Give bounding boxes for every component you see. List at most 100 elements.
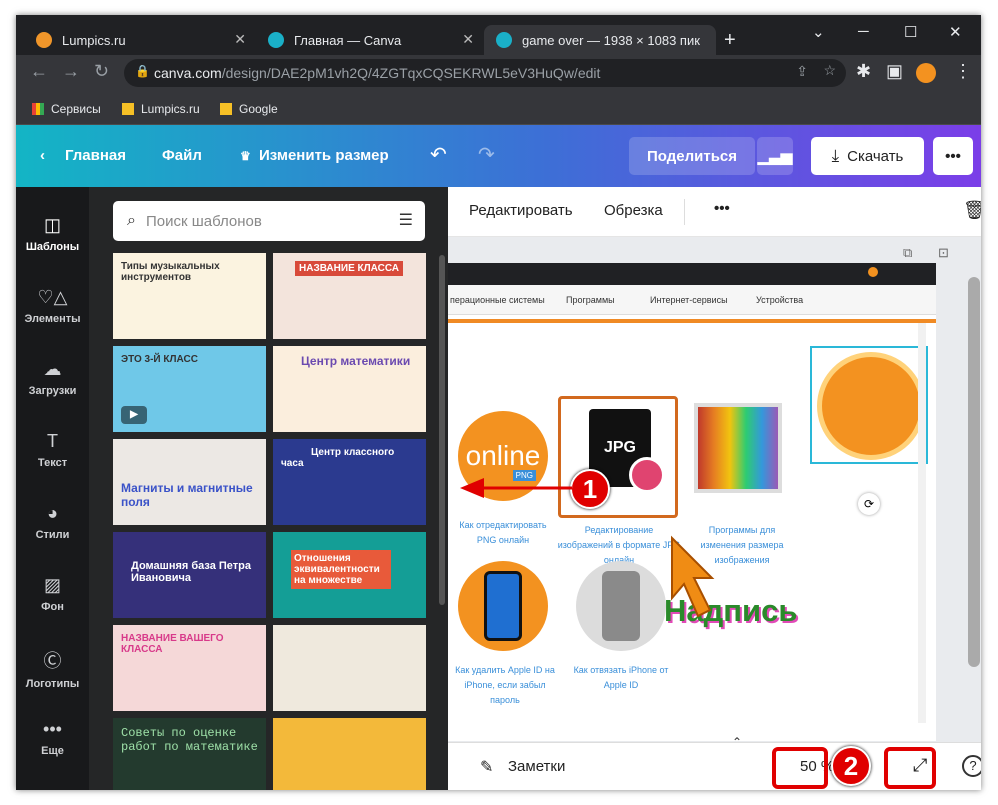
new-tab-icon[interactable]: + xyxy=(724,29,736,52)
back-chevron-icon[interactable]: ‹ xyxy=(40,147,45,164)
rail-uploads[interactable]: ☁ Загрузки xyxy=(16,359,89,397)
template-thumb[interactable]: Магниты и магнитные поля xyxy=(113,439,266,525)
filter-sliders-icon[interactable]: ☰ xyxy=(399,210,413,230)
file-menu[interactable]: Файл xyxy=(162,147,202,164)
background-pattern-icon: ▨ xyxy=(43,575,61,595)
rail-more[interactable]: ••• Еще xyxy=(16,719,89,757)
tab-game-over[interactable]: game over — 1938 × 1083 пик xyxy=(484,25,716,55)
template-title: Отношения эквивалентности на множестве xyxy=(291,550,391,589)
bookmark-label: Google xyxy=(239,102,278,116)
rotate-handle-icon[interactable]: ⟳ xyxy=(858,493,880,515)
share-page-icon[interactable]: ⇪ xyxy=(796,63,808,80)
close-tab-icon[interactable]: ✕ xyxy=(234,31,246,48)
template-thumb[interactable]: НАЗВАНИЕ ВАШЕГО КЛАССА xyxy=(113,625,266,711)
close-tab-icon[interactable]: ✕ xyxy=(462,31,474,48)
template-title: Домашняя база Петра Ивановича xyxy=(131,560,252,584)
template-thumb[interactable] xyxy=(273,625,426,711)
download-button[interactable]: ⤓ Скачать xyxy=(811,137,924,175)
minimize-icon[interactable]: ─ xyxy=(858,23,869,40)
insights-button[interactable]: ▁▃▅ xyxy=(757,137,793,175)
undo-icon[interactable]: ↶ xyxy=(430,142,447,167)
forward-icon[interactable]: → xyxy=(62,61,80,82)
logo-co-icon: Ⓒ xyxy=(43,651,62,671)
rail-label: Еще xyxy=(41,745,64,757)
home-link[interactable]: Главная xyxy=(65,147,126,164)
duplicate-page-icon[interactable]: ⧉ xyxy=(903,245,912,261)
template-thumb[interactable]: Домашняя база Петра Ивановича xyxy=(113,532,266,618)
extensions-icon[interactable]: ✱ xyxy=(856,61,871,82)
add-page-icon[interactable]: ⊡ xyxy=(938,245,949,261)
chevron-up-icon[interactable]: ⌃ xyxy=(732,735,748,749)
bar-chart-icon: ▁▃▅ xyxy=(757,148,793,165)
help-button[interactable]: ? xyxy=(962,755,981,777)
address-bar[interactable]: 🔒 canva.com/design/DAE2pM1vh2Q/4ZGTqxCQSE… xyxy=(124,59,846,87)
template-thumb[interactable]: Центр классного часа xyxy=(273,439,426,525)
screenshot-site-nav: перационные системы Программы Интернет-с… xyxy=(448,285,936,315)
bookmarks-bar: Сервисы Lumpics.ru Google xyxy=(16,91,981,125)
annotation-arrows xyxy=(460,478,715,618)
rail-elements[interactable]: ♡△ Элементы xyxy=(16,287,89,325)
maximize-icon[interactable]: ☐ xyxy=(904,23,917,41)
apps-grid-icon xyxy=(32,103,44,115)
redo-icon[interactable]: ↷ xyxy=(478,142,495,167)
rail-templates[interactable]: ◫ Шаблоны xyxy=(16,215,89,253)
edit-image-button[interactable]: Редактировать xyxy=(469,202,573,219)
lock-icon: 🔒 xyxy=(135,64,150,78)
tab-canva-home[interactable]: Главная — Canva ✕ xyxy=(256,25,484,55)
share-label: Поделиться xyxy=(646,147,738,165)
resize-button[interactable]: Изменить размер xyxy=(259,147,389,164)
template-thumb[interactable] xyxy=(273,718,426,790)
crown-icon: ♛ xyxy=(240,149,251,163)
bookmark-lumpics[interactable]: Lumpics.ru xyxy=(122,102,200,116)
profile-avatar xyxy=(868,267,878,277)
nav-item: Программы xyxy=(566,295,615,305)
more-dots-icon: ••• xyxy=(43,719,62,739)
more-options-button[interactable]: ••• xyxy=(933,137,973,175)
notes-button[interactable]: Заметки xyxy=(508,758,565,775)
selected-orange-element[interactable] xyxy=(810,346,928,464)
palette-icon: ◕ xyxy=(47,503,58,523)
toolbar-divider xyxy=(684,199,685,225)
article-caption: Как удалить Apple ID на iPhone, если заб… xyxy=(455,665,555,705)
canvas-scrollbar[interactable] xyxy=(968,277,980,667)
address-domain: canva.com xyxy=(154,65,222,81)
template-title: Типы музыкальных инструментов xyxy=(121,261,220,283)
tab-title: game over — 1938 × 1083 пик xyxy=(522,32,700,48)
template-thumb[interactable]: Отношения эквивалентности на множестве xyxy=(273,532,426,618)
template-title: Магниты и магнитные поля xyxy=(121,481,253,509)
more-dots-icon[interactable]: ••• xyxy=(714,200,730,217)
template-thumb[interactable]: Центр математики xyxy=(273,346,426,432)
share-button[interactable]: Поделиться xyxy=(629,137,755,175)
nav-item: перационные системы xyxy=(450,295,545,305)
screenshot-scrollbar xyxy=(918,323,926,723)
rail-background[interactable]: ▨ Фон xyxy=(16,575,89,613)
rail-label: Шаблоны xyxy=(25,241,80,253)
bookmark-label: Lumpics.ru xyxy=(141,102,200,116)
trash-icon[interactable]: 🗑 xyxy=(963,200,981,221)
crop-button[interactable]: Обрезка xyxy=(604,202,663,219)
reload-icon[interactable]: ↻ xyxy=(94,61,109,82)
bookmark-star-icon[interactable]: ☆ xyxy=(823,62,836,79)
side-panel-icon[interactable]: ▣ xyxy=(886,61,903,82)
template-thumb[interactable]: НАЗВАНИЕ КЛАССА xyxy=(273,253,426,339)
tab-search-icon[interactable]: ⌄ xyxy=(812,23,825,41)
template-search-input[interactable]: ⌕ Поиск шаблонов ☰ xyxy=(113,201,425,241)
tab-title: Главная — Canva xyxy=(294,32,402,48)
template-thumb[interactable]: Типы музыкальных инструментов xyxy=(113,253,266,339)
rail-text[interactable]: T Текст xyxy=(16,431,89,469)
template-thumb[interactable]: Советы по оценке работ по математике xyxy=(113,718,266,790)
bookmark-google[interactable]: Google xyxy=(220,102,278,116)
tab-lumpics[interactable]: Lumpics.ru ✕ xyxy=(24,25,256,55)
template-thumb[interactable]: ЭТО 3-Й КЛАСС ▶ xyxy=(113,346,266,432)
browser-menu-icon[interactable]: ⋮ xyxy=(954,61,972,82)
canva-header: ‹ Главная Файл ♛ Изменить размер ↶ ↷ Под… xyxy=(16,125,981,187)
back-icon[interactable]: ← xyxy=(30,61,48,82)
close-window-icon[interactable]: ✕ xyxy=(949,23,962,41)
rail-styles[interactable]: ◕ Стили xyxy=(16,503,89,541)
text-t-icon: T xyxy=(47,431,58,451)
rail-label: Загрузки xyxy=(28,385,77,397)
rail-logos[interactable]: Ⓒ Логотипы xyxy=(16,647,89,690)
download-label: Скачать xyxy=(847,147,904,165)
profile-avatar[interactable] xyxy=(916,63,936,83)
bookmark-services[interactable]: Сервисы xyxy=(32,102,101,116)
